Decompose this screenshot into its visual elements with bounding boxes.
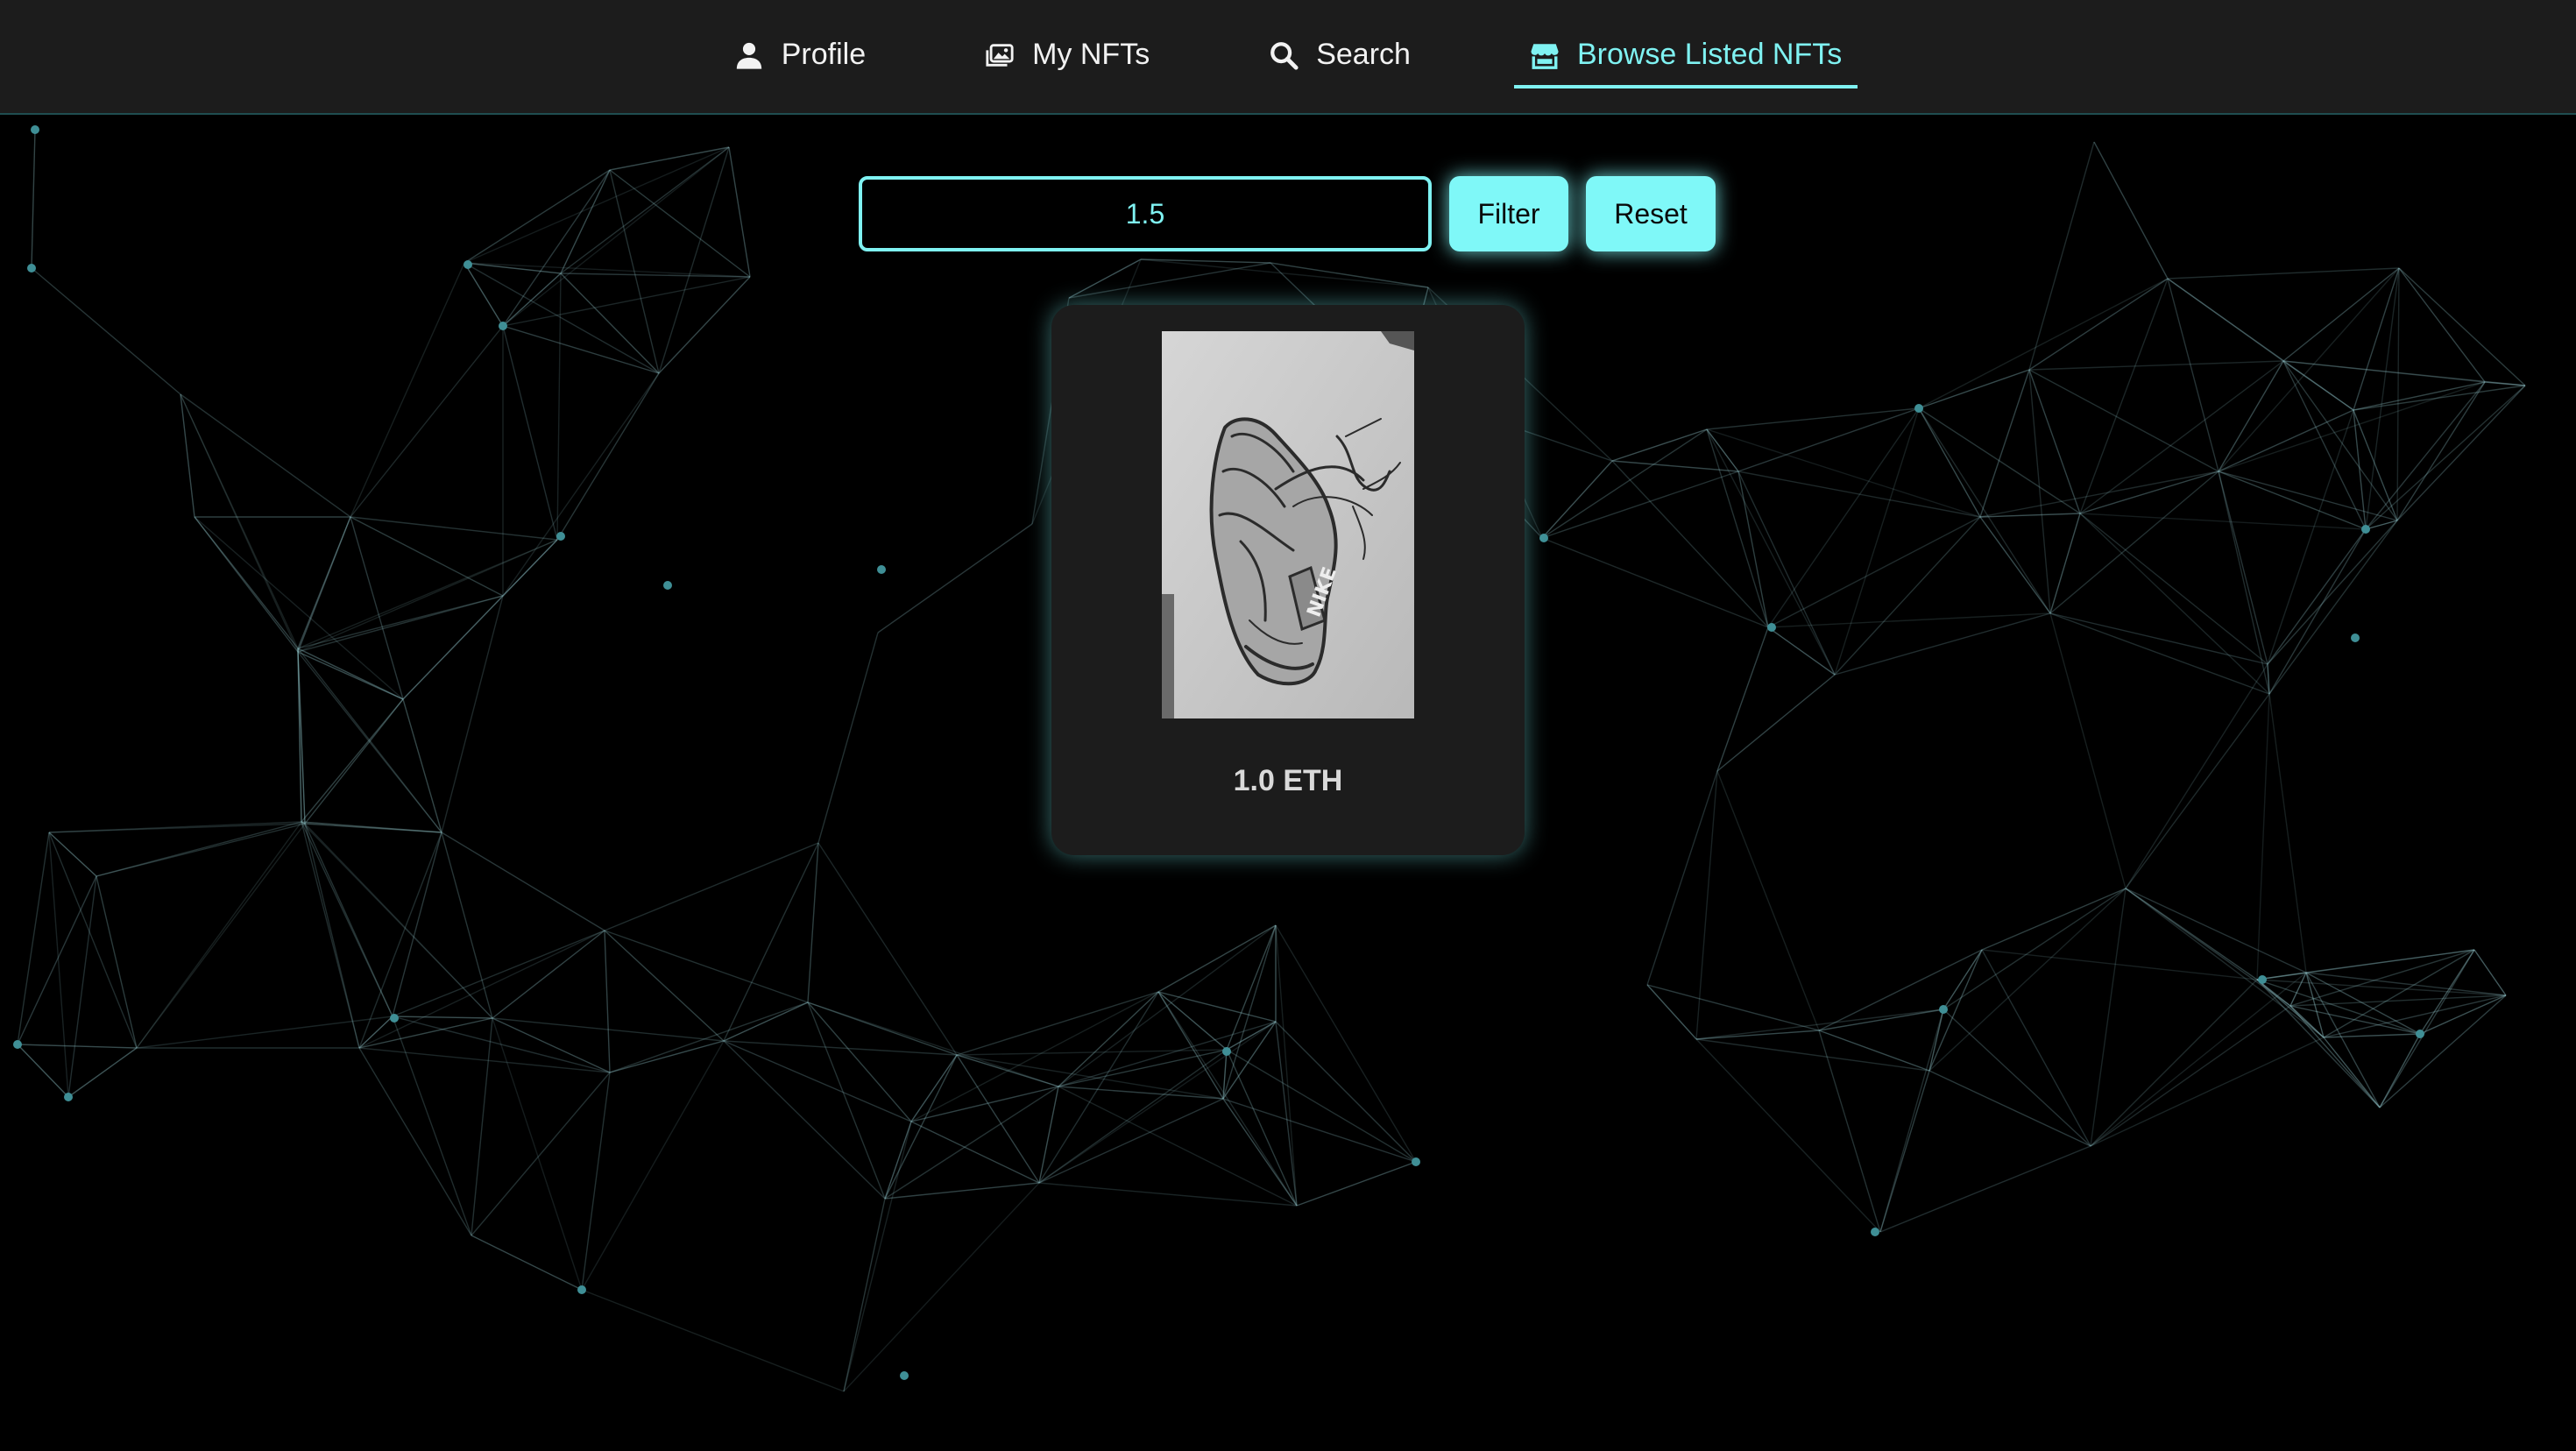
user-icon	[734, 40, 764, 70]
nft-price: 1.0 ETH	[1233, 764, 1343, 797]
nav-item-search[interactable]: Search	[1253, 36, 1426, 88]
nav-item-profile[interactable]: Profile	[718, 36, 881, 88]
price-filter-bar: Filter Reset	[859, 176, 1716, 251]
search-icon	[1269, 40, 1299, 70]
sneaker-sketch-image: NIKE	[1162, 331, 1414, 718]
reset-button[interactable]: Reset	[1586, 176, 1716, 251]
images-icon	[985, 40, 1015, 70]
nft-image[interactable]: NIKE	[1162, 331, 1414, 718]
filter-button[interactable]: Filter	[1449, 176, 1568, 251]
nav-label-profile: Profile	[781, 38, 867, 71]
nav-label-my-nfts: My NFTs	[1032, 38, 1150, 71]
top-navbar: Profile My NFTs Search Browse Listed NFT…	[0, 0, 2576, 115]
nft-card[interactable]: NIKE 1.0 ETH	[1051, 305, 1525, 855]
price-filter-input[interactable]	[859, 176, 1432, 251]
nav-label-browse-listed-nfts: Browse Listed NFTs	[1576, 38, 1843, 71]
store-icon	[1530, 40, 1560, 70]
nav-item-my-nfts[interactable]: My NFTs	[969, 36, 1165, 88]
nav-label-search: Search	[1316, 38, 1411, 71]
nav-item-browse-listed-nfts[interactable]: Browse Listed NFTs	[1513, 36, 1858, 88]
